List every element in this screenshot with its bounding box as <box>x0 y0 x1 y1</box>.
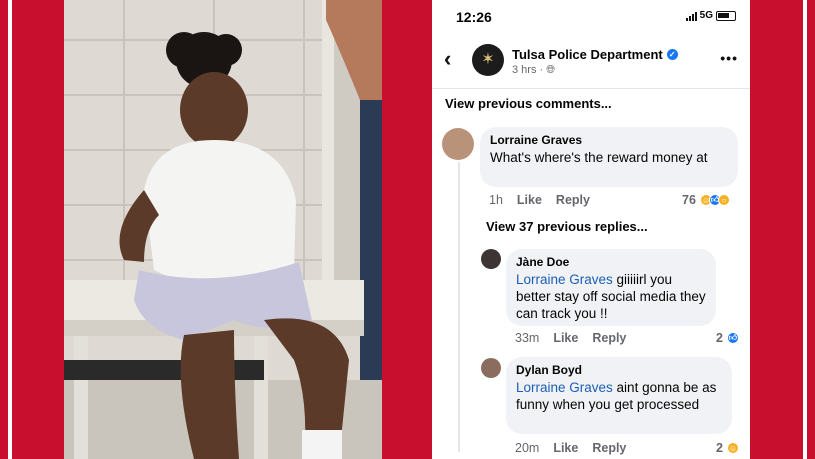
page-avatar[interactable]: ✶ <box>472 44 504 76</box>
like-reaction-icon: 👍︎ <box>726 332 739 344</box>
comment-author[interactable]: Lorraine Graves <box>490 133 728 147</box>
police-badge-icon: ✶ <box>481 51 495 68</box>
post-header: ‹ ✶ Tulsa Police Department ✓ 3 hrs · 🌐︎… <box>432 36 750 86</box>
status-bar: 12:26 5G <box>432 0 750 34</box>
reaction-summary[interactable]: 2 👍︎ <box>716 331 739 345</box>
wow-reaction-icon: ○ <box>717 194 730 206</box>
reaction-summary[interactable]: 2 ☺ <box>716 441 739 455</box>
header-divider <box>432 88 750 89</box>
reply-time: 20m <box>515 441 540 455</box>
status-indicators: 5G <box>685 10 736 21</box>
reaction-count: 2 <box>716 331 723 345</box>
like-button[interactable]: Like <box>553 441 578 455</box>
reply-button[interactable]: Reply <box>556 193 590 207</box>
chevron-left-icon[interactable]: ‹ <box>444 46 451 72</box>
network-label: 5G <box>699 10 713 21</box>
page-name-row[interactable]: Tulsa Police Department ✓ <box>512 47 678 62</box>
verified-badge-icon: ✓ <box>666 49 678 60</box>
reply-author[interactable]: Jàne Doe <box>516 255 706 269</box>
frame-stripe-left <box>8 0 12 459</box>
facebook-comments-screenshot: 12:26 5G ‹ ✶ Tulsa Police Department ✓ 3… <box>432 0 750 459</box>
battery-icon <box>716 10 736 21</box>
comment-time: 1h <box>489 193 503 207</box>
comment-actions: 1h Like Reply <box>489 193 590 207</box>
reply-bubble: Dylan Boyd Lorraine Graves aint gonna be… <box>506 357 732 434</box>
status-time: 12:26 <box>456 9 492 25</box>
reply-text: Lorraine Graves aint gonna be as funny w… <box>516 379 722 413</box>
photo-illustration <box>64 0 382 459</box>
thread-line <box>458 162 460 452</box>
reply-author[interactable]: Dylan Boyd <box>516 363 722 377</box>
avatar[interactable] <box>481 358 501 378</box>
globe-icon: 🌐︎ <box>546 64 556 76</box>
post-time: 3 hrs · <box>512 64 547 76</box>
frame-stripe-right <box>803 0 807 459</box>
post-meta: 3 hrs · 🌐︎ <box>512 64 555 77</box>
comment-bubble: Lorraine Graves What's where's the rewar… <box>480 127 738 187</box>
signal-bars-icon <box>685 11 697 21</box>
avatar[interactable] <box>442 128 474 160</box>
reaction-count: 2 <box>716 441 723 455</box>
reply-bubble: Jàne Doe Lorraine Graves giiiiirl you be… <box>506 249 716 326</box>
mention-link[interactable]: Lorraine Graves <box>516 380 613 395</box>
reaction-count: 76 <box>682 193 696 207</box>
reply-button[interactable]: Reply <box>592 441 626 455</box>
mention-link[interactable]: Lorraine Graves <box>516 272 613 287</box>
booking-photo <box>64 0 382 459</box>
reply-actions: 33m Like Reply <box>515 331 626 345</box>
view-previous-replies-link[interactable]: View 37 previous replies... <box>486 219 648 234</box>
like-button[interactable]: Like <box>553 331 578 345</box>
like-button[interactable]: Like <box>517 193 542 207</box>
avatar[interactable] <box>481 249 501 269</box>
reply-time: 33m <box>515 331 540 345</box>
reaction-summary[interactable]: 76 ☺ 👍︎ ○ <box>682 193 730 207</box>
page-name[interactable]: Tulsa Police Department <box>512 47 663 62</box>
more-options-icon[interactable]: ••• <box>720 50 738 66</box>
reply-actions: 20m Like Reply <box>515 441 626 455</box>
haha-reaction-icon: ☺ <box>726 442 739 454</box>
view-previous-comments-link[interactable]: View previous comments... <box>445 96 612 111</box>
comment-text: What's where's the reward money at <box>490 150 708 165</box>
reply-text: Lorraine Graves giiiiirl you better stay… <box>516 271 706 322</box>
reply-button[interactable]: Reply <box>592 331 626 345</box>
